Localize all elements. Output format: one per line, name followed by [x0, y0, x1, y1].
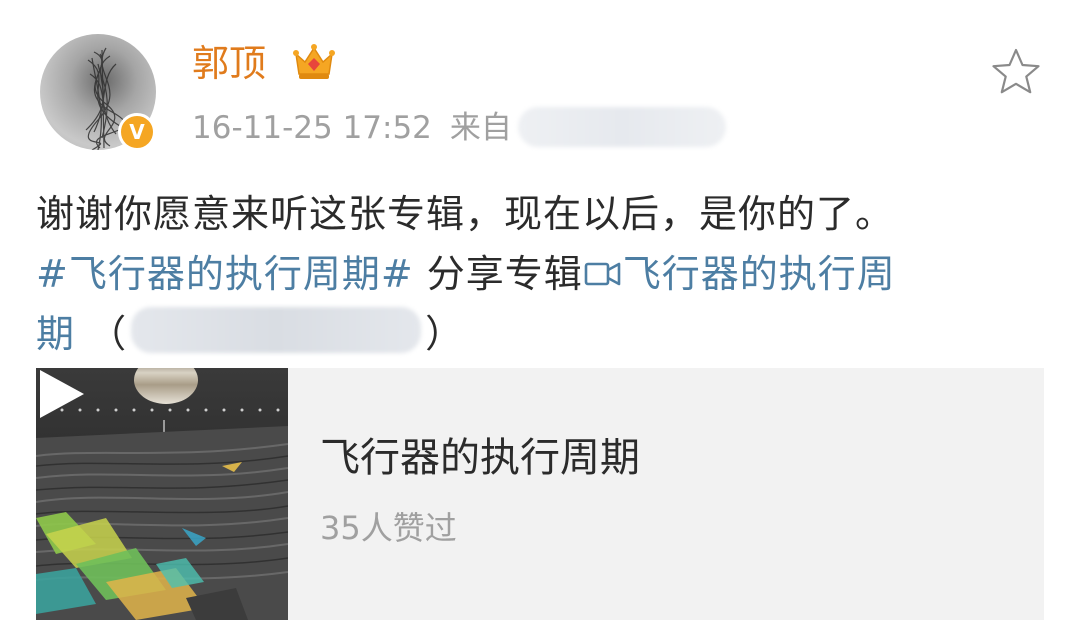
crown-icon[interactable] [292, 42, 336, 82]
author-name[interactable]: 郭顶 [192, 36, 266, 92]
post-text-line-2: #飞行器的执行周期# 分享专辑 飞行器的执行周 [36, 244, 1046, 304]
album-card[interactable]: 飞行器的执行周期 35人赞过 [36, 368, 1044, 620]
album-link-part2[interactable]: 期 [36, 312, 75, 356]
hashtag-link[interactable]: #飞行器的执行周期# [36, 252, 414, 296]
star-icon[interactable] [990, 46, 1042, 98]
verified-badge: V [118, 113, 156, 151]
post-text-line-3: 期 （ ） [36, 304, 1046, 364]
album-link-part1[interactable]: 飞行器的执行周 [623, 252, 896, 296]
post-text: 谢谢你愿意来听这张专辑，现在以后，是你的了。 #飞行器的执行周期# 分享专辑 飞行… [36, 184, 1046, 364]
post-meta: 16-11-25 17:52 来自 [192, 104, 726, 152]
album-likes: 35人赞过 [320, 509, 457, 547]
music-link-icon [584, 262, 621, 286]
share-prefix: 分享专辑 [426, 252, 583, 296]
album-title: 飞行器的执行周期 [320, 435, 640, 481]
post-text-line-1: 谢谢你愿意来听这张专辑，现在以后，是你的了。 [36, 192, 895, 236]
paren-close: ） [425, 312, 465, 356]
play-icon[interactable] [36, 368, 86, 420]
redacted-link [131, 307, 422, 353]
source-prefix: 来自 [449, 110, 512, 146]
redacted-source [517, 106, 726, 147]
post-time: 16-11-25 17:52 [192, 110, 432, 146]
paren-open: （ [88, 312, 128, 356]
album-cover[interactable] [36, 368, 288, 620]
